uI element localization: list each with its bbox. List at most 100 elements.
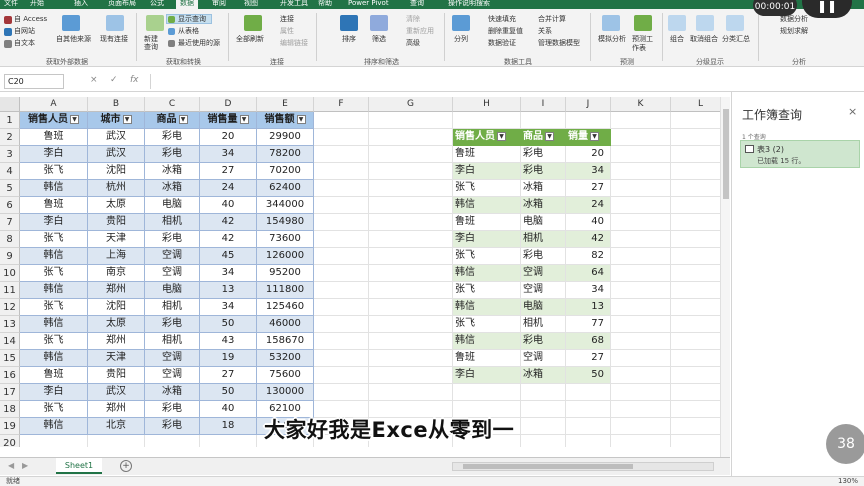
other-sources-button[interactable]: 自其他来源 — [56, 35, 91, 44]
table-cell[interactable]: 彩电 — [145, 231, 200, 248]
table-cell[interactable]: 344000 — [257, 197, 314, 214]
grid-cell[interactable] — [611, 214, 671, 231]
table-cell[interactable]: 张飞 — [453, 248, 521, 265]
column-header[interactable]: B — [88, 97, 145, 112]
table-cell[interactable]: 70200 — [257, 163, 314, 180]
grid-cell[interactable] — [521, 112, 566, 129]
table-cell[interactable]: 64 — [566, 265, 611, 282]
table-cell[interactable]: 彩电 — [145, 401, 200, 418]
table-cell[interactable]: 张飞 — [453, 282, 521, 299]
grid-cell[interactable] — [369, 197, 453, 214]
table-cell[interactable]: 天津 — [88, 350, 145, 367]
table-cell[interactable]: 34 — [200, 146, 257, 163]
data-analysis-button[interactable]: 数据分析 — [780, 15, 808, 24]
filter-dropdown-icon[interactable]: ▼ — [70, 114, 79, 124]
existing-connections-button[interactable]: 现有连接 — [100, 35, 128, 44]
grid-cell[interactable] — [611, 197, 671, 214]
table-cell[interactable]: 相机 — [521, 316, 566, 333]
table-header-cell[interactable]: 销售人员 ▼ — [453, 129, 521, 146]
table-cell[interactable]: 40 — [200, 197, 257, 214]
tab-review[interactable]: 审阅 — [212, 0, 226, 8]
next-sheet-icon[interactable]: ▶ — [22, 461, 28, 470]
filter-dropdown-icon[interactable]: ▼ — [497, 131, 506, 141]
grid-cell[interactable] — [369, 367, 453, 384]
grid-cell[interactable] — [314, 214, 369, 231]
grid-cell[interactable] — [611, 180, 671, 197]
properties-button[interactable]: 属性 — [280, 27, 294, 36]
table-cell[interactable]: 空调 — [521, 350, 566, 367]
table-cell[interactable]: 75600 — [257, 367, 314, 384]
grid-cell[interactable] — [611, 435, 671, 447]
grid-cell[interactable] — [369, 384, 453, 401]
formula-input[interactable] — [150, 74, 730, 89]
table-cell[interactable]: 韩信 — [20, 248, 88, 265]
table-cell[interactable]: 李白 — [453, 367, 521, 384]
table-cell[interactable]: 韩信 — [453, 299, 521, 316]
table-cell[interactable]: 相机 — [145, 214, 200, 231]
table-cell[interactable]: 13 — [566, 299, 611, 316]
table-cell[interactable]: 李白 — [453, 163, 521, 180]
table-cell[interactable]: 韩信 — [453, 333, 521, 350]
table-cell[interactable]: 鲁班 — [453, 146, 521, 163]
table-cell[interactable]: 韩信 — [20, 316, 88, 333]
table-cell[interactable]: 27 — [566, 180, 611, 197]
table-cell[interactable]: 冰箱 — [145, 180, 200, 197]
table-header-cell[interactable]: 商品 ▼ — [521, 129, 566, 146]
add-sheet-button[interactable]: + — [120, 460, 132, 472]
filter-dropdown-icon[interactable]: ▼ — [239, 114, 249, 124]
grid-cell[interactable] — [314, 197, 369, 214]
from-table-button[interactable]: 从表格 — [178, 27, 199, 36]
remove-duplicates-button[interactable]: 删除重复值 — [488, 27, 523, 36]
grid-cell[interactable] — [521, 401, 566, 418]
table-cell[interactable]: 韩信 — [20, 180, 88, 197]
close-pane-icon[interactable]: × — [848, 105, 857, 118]
manage-data-model-button[interactable]: 管理数据模型 — [538, 39, 580, 48]
tab-page-layout[interactable]: 页面布局 — [108, 0, 136, 8]
grid-cell[interactable] — [611, 367, 671, 384]
forecast-sheet-button[interactable]: 预测工作表 — [632, 35, 658, 53]
grid-cell[interactable] — [611, 112, 671, 129]
show-queries-button[interactable]: 显示查询 — [178, 15, 206, 24]
row-header[interactable]: 4 — [0, 163, 20, 180]
table-cell[interactable]: 46000 — [257, 316, 314, 333]
edit-links-button[interactable]: 编辑链接 — [280, 39, 308, 48]
table-cell[interactable]: 杭州 — [88, 180, 145, 197]
horizontal-scroll-thumb[interactable] — [463, 464, 633, 469]
table-cell[interactable]: 20 — [200, 129, 257, 146]
grid-cell[interactable] — [611, 231, 671, 248]
table-cell[interactable]: 李白 — [20, 384, 88, 401]
confirm-icon[interactable]: ✓ — [110, 75, 118, 85]
table-cell[interactable]: 130000 — [257, 384, 314, 401]
column-header[interactable]: E — [257, 97, 314, 112]
grid-cell[interactable] — [611, 299, 671, 316]
table-cell[interactable]: 相机 — [145, 299, 200, 316]
refresh-all-button[interactable]: 全部刷新 — [236, 35, 264, 44]
table-header-cell[interactable]: 城市 ▼ — [88, 112, 145, 129]
table-cell[interactable]: 73600 — [257, 231, 314, 248]
table-cell[interactable]: 空调 — [145, 367, 200, 384]
grid-cell[interactable] — [611, 384, 671, 401]
grid-cell[interactable] — [314, 265, 369, 282]
table-cell[interactable]: 南京 — [88, 265, 145, 282]
table-cell[interactable]: 彩电 — [145, 316, 200, 333]
grid-cell[interactable] — [611, 163, 671, 180]
table-cell[interactable]: 韩信 — [20, 418, 88, 435]
table-cell[interactable]: 158670 — [257, 333, 314, 350]
table-cell[interactable]: 111800 — [257, 282, 314, 299]
column-header[interactable]: C — [145, 97, 200, 112]
query-item[interactable]: 表3 (2) 已加载 15 行。 — [740, 140, 860, 168]
grid-cell[interactable] — [369, 333, 453, 350]
table-cell[interactable]: 张飞 — [20, 299, 88, 316]
table-cell[interactable]: 42 — [200, 214, 257, 231]
column-header[interactable]: H — [453, 97, 521, 112]
grid-cell[interactable] — [521, 384, 566, 401]
sort-button[interactable]: 排序 — [342, 35, 356, 44]
grid-cell[interactable] — [369, 350, 453, 367]
table-cell[interactable]: 张飞 — [20, 333, 88, 350]
grid-cell[interactable] — [369, 299, 453, 316]
row-header[interactable]: 17 — [0, 384, 20, 401]
grid-cell[interactable] — [369, 316, 453, 333]
table-header-cell[interactable]: 销售额 ▼ — [257, 112, 314, 129]
zoom-level[interactable]: 130% — [838, 477, 858, 486]
grid-cell[interactable] — [314, 367, 369, 384]
